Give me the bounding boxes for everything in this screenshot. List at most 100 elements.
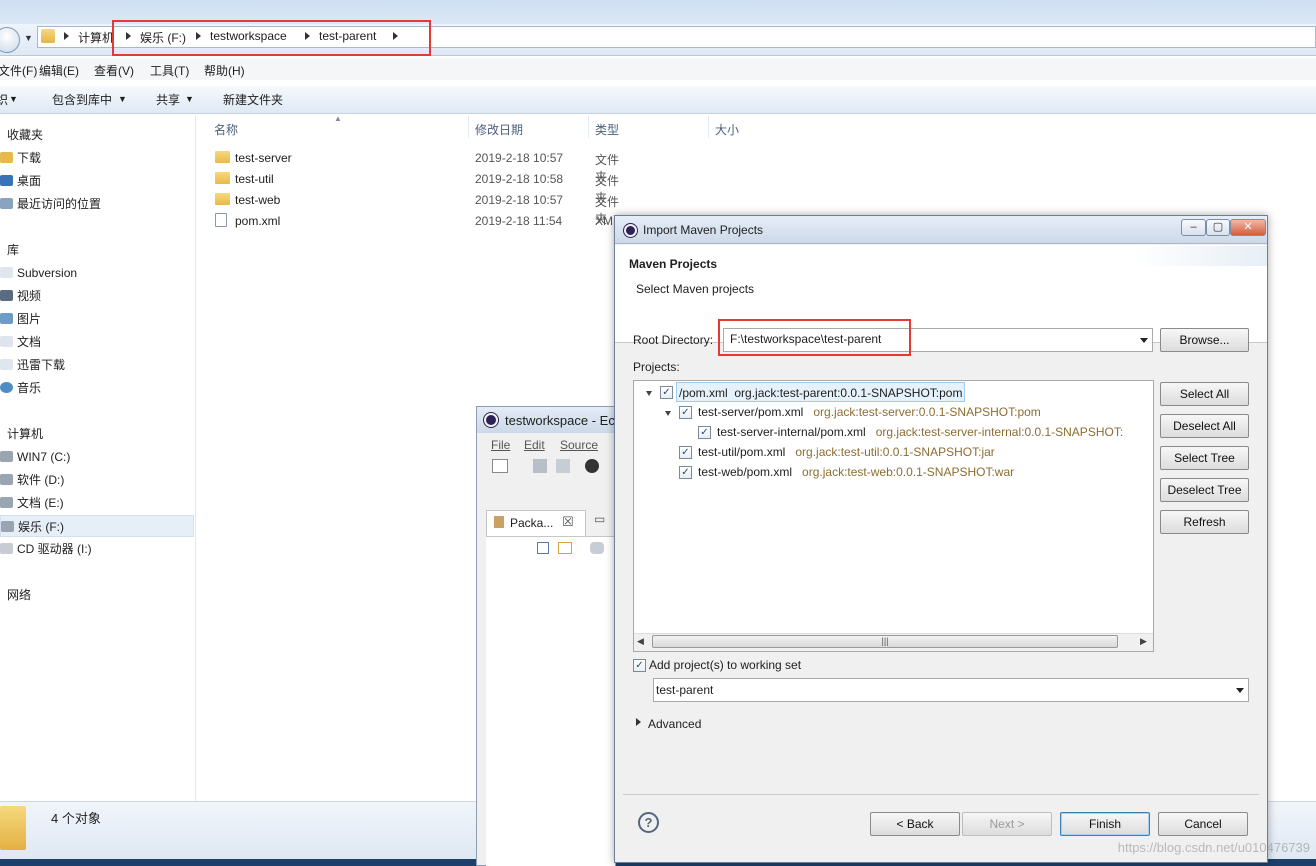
menu-help[interactable]: 帮助(H) (204, 62, 245, 79)
recent-pages-dropdown-icon[interactable]: ▼ (24, 33, 33, 43)
nav-item-subversion[interactable]: Subversion (0, 262, 194, 284)
new-wizard-icon[interactable] (492, 459, 508, 473)
project-path: test-server/pom.xml (698, 405, 804, 419)
save-all-icon[interactable] (556, 459, 570, 473)
working-set-value: test-parent (656, 683, 714, 697)
nav-drive-f[interactable]: 娱乐 (F:) (0, 515, 194, 537)
scroll-right-icon[interactable]: ▶ (1140, 636, 1147, 647)
eclipse-menu-file[interactable]: File (491, 438, 510, 452)
menu-file[interactable]: 文件(F) (0, 62, 37, 79)
finish-button[interactable]: Finish (1060, 812, 1150, 836)
cancel-button[interactable]: Cancel (1158, 812, 1248, 836)
back-wizard-button[interactable]: < Back (870, 812, 960, 836)
nav-label: 娱乐 (F:) (18, 520, 64, 534)
picture-library-icon (0, 313, 13, 324)
close-button[interactable]: ✕ (1230, 219, 1266, 236)
menu-edit[interactable]: 编辑(E) (39, 62, 79, 79)
help-icon[interactable]: ? (638, 812, 659, 833)
eclipse-menu-edit[interactable]: Edit (524, 438, 545, 452)
menu-tools[interactable]: 工具(T) (150, 62, 189, 79)
checkbox-test-web[interactable]: ✓ (679, 466, 692, 479)
refresh-button[interactable]: Refresh (1160, 510, 1249, 534)
advanced-section[interactable]: Advanced (648, 717, 701, 731)
xml-file-icon (215, 213, 227, 227)
save-icon[interactable] (533, 459, 547, 473)
nav-item-recent[interactable]: 最近访问的位置 (0, 193, 194, 215)
breadcrumb-computer[interactable]: 计算机 (78, 29, 114, 46)
tree-row-test-server-internal[interactable]: test-server-internal/pom.xml org.jack:te… (717, 422, 1152, 442)
drive-icon (0, 474, 13, 485)
nav-drive-i[interactable]: CD 驱动器 (I:) (0, 538, 194, 560)
nav-item-thunder[interactable]: 迅雷下载 (0, 354, 194, 376)
nav-item-documents[interactable]: 文档 (0, 331, 194, 353)
nav-drive-c[interactable]: WIN7 (C:) (0, 446, 194, 468)
checkbox-test-server[interactable]: ✓ (679, 406, 692, 419)
organize-button[interactable]: 组织 (0, 91, 8, 108)
collapse-all-icon[interactable] (537, 542, 549, 554)
nav-drive-d[interactable]: 软件 (D:) (0, 469, 194, 491)
menu-view[interactable]: 查看(V) (94, 62, 134, 79)
column-divider[interactable] (588, 116, 589, 138)
checkbox-test-util[interactable]: ✓ (679, 446, 692, 459)
select-all-button[interactable]: Select All (1160, 382, 1249, 406)
column-divider[interactable] (708, 116, 709, 138)
expand-twisty-icon[interactable] (646, 391, 652, 396)
music-library-icon (0, 382, 13, 393)
link-with-editor-icon[interactable] (558, 542, 572, 554)
nav-item-downloads[interactable]: 下载 (0, 147, 194, 169)
column-divider[interactable] (468, 116, 469, 138)
scrollbar-thumb[interactable]: ||| (652, 635, 1118, 648)
column-date[interactable]: 修改日期 (475, 121, 523, 138)
tree-row-test-server[interactable]: test-server/pom.xml org.jack:test-server… (698, 402, 1041, 422)
deselect-tree-button[interactable]: Deselect Tree (1160, 478, 1249, 502)
working-set-combo[interactable] (653, 678, 1249, 702)
highlight-box (718, 319, 911, 356)
tree-row-test-web[interactable]: test-web/pom.xml org.jack:test-web:0.0.1… (698, 462, 1014, 482)
close-view-icon[interactable]: ☒ (562, 514, 574, 530)
minimize-button[interactable]: – (1181, 219, 1206, 236)
checkbox-test-server-internal[interactable]: ✓ (698, 426, 711, 439)
share-button[interactable]: 共享 (156, 91, 180, 108)
select-tree-button[interactable]: Select Tree (1160, 446, 1249, 470)
view-menu-icon[interactable] (590, 542, 604, 554)
next-button[interactable]: Next > (962, 812, 1052, 836)
scroll-left-icon[interactable]: ◀ (637, 636, 644, 647)
add-to-working-set-checkbox[interactable]: ✓ (633, 659, 646, 672)
file-name: test-web (235, 193, 281, 207)
nav-libraries[interactable]: 库 (0, 239, 194, 261)
nav-network[interactable]: 网络 (0, 584, 194, 606)
nav-item-music[interactable]: 音乐 (0, 377, 194, 399)
file-row[interactable]: test-web 2019-2-18 10:57 文件夹 (210, 190, 630, 226)
nav-item-videos[interactable]: 视频 (0, 285, 194, 307)
file-row[interactable]: test-server 2019-2-18 10:57 文件夹 (210, 148, 630, 184)
eclipse-menu-source[interactable]: Source (560, 438, 598, 452)
checkbox-parent[interactable]: ✓ (660, 386, 673, 399)
item-count: 4 个对象 (51, 811, 101, 826)
nav-item-pictures[interactable]: 图片 (0, 308, 194, 330)
column-name[interactable]: 名称 (214, 121, 238, 138)
project-gav: org.jack:test-parent:0.0.1-SNAPSHOT:pom (734, 386, 963, 400)
deselect-all-button[interactable]: Deselect All (1160, 414, 1249, 438)
nav-favorites[interactable]: 收藏夹 (0, 124, 194, 146)
nav-drive-e[interactable]: 文档 (E:) (0, 492, 194, 514)
footer-divider (623, 794, 1259, 795)
project-path: test-web/pom.xml (698, 465, 793, 479)
include-in-library-button[interactable]: 包含到库中 (52, 91, 112, 108)
folder-icon (215, 193, 230, 205)
file-name: pom.xml (235, 214, 281, 228)
new-folder-button[interactable]: 新建文件夹 (223, 91, 283, 108)
browse-button[interactable]: Browse... (1160, 328, 1249, 352)
expand-advanced-icon[interactable] (636, 718, 641, 726)
minimize-view-icon[interactable]: ▭ (594, 512, 605, 526)
file-row[interactable]: test-util 2019-2-18 10:58 文件夹 (210, 169, 630, 205)
column-size[interactable]: 大小 (715, 121, 739, 138)
tree-row-test-util[interactable]: test-util/pom.xml org.jack:test-util:0.0… (698, 442, 995, 462)
nav-computer[interactable]: 计算机 (0, 423, 194, 445)
maximize-button[interactable]: ▢ (1206, 219, 1230, 236)
expand-twisty-icon[interactable] (665, 411, 671, 416)
file-row[interactable]: pom.xml 2019-2-18 11:54 XM (210, 211, 630, 231)
profile-icon[interactable] (585, 459, 599, 473)
nav-item-desktop[interactable]: 桌面 (0, 170, 194, 192)
column-type[interactable]: 类型 (595, 121, 619, 138)
tree-row-parent[interactable]: /pom.xml org.jack:test-parent:0.0.1-SNAP… (676, 382, 966, 402)
